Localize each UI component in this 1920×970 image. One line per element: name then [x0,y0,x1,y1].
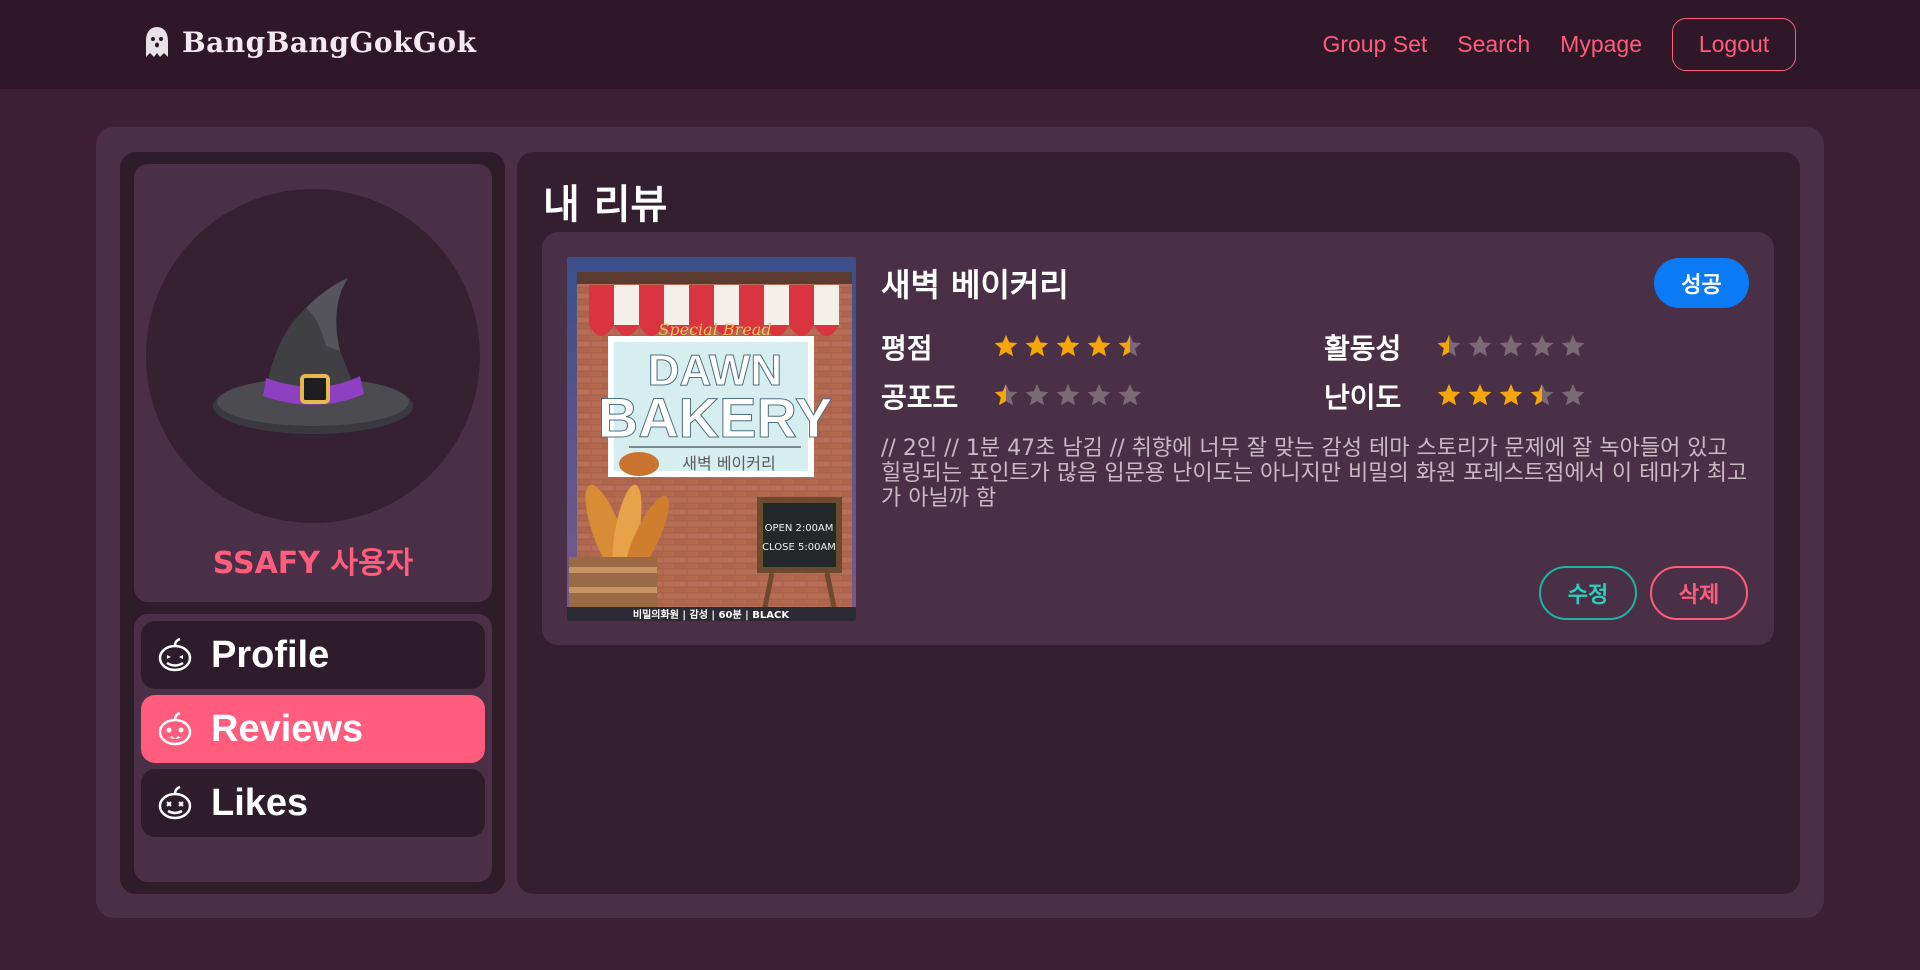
poster-footer: 비밀의화원 | 감성 | 60분 | BLACK [633,608,790,621]
nav-group-set[interactable]: Group Set [1322,31,1427,58]
star-icon [1437,334,1461,357]
poster-board-open: OPEN 2:00AM [765,523,834,534]
rating-stars-difficulty [1436,382,1586,408]
ghost-icon [146,27,168,57]
star-icon [994,334,1018,357]
rating-stars-score [993,333,1143,359]
star-icon [1056,383,1080,406]
brand-name: BangBangGokGok [182,25,477,59]
poster-sign-line2: BAKERY [598,386,832,449]
witch-hat-icon [213,278,413,434]
star-icon [1468,334,1492,357]
menu-item-likes[interactable]: Likes [141,769,485,837]
pumpkin-icon [158,637,192,672]
star-icon [1530,334,1554,357]
rating-label-activity: 활동성 [1324,332,1402,365]
top-navbar: BangBangGokGok Group Set Search Mypage L… [0,0,1920,89]
star-icon [1437,383,1461,406]
edit-button[interactable]: 수정 [1539,566,1637,620]
star-icon [994,383,1018,406]
star-icon [1499,334,1523,357]
star-icon [1561,334,1585,357]
menu-label: Profile [211,633,330,676]
star-icon [1056,334,1080,357]
rating-label-difficulty: 난이도 [1324,381,1402,414]
nav-search[interactable]: Search [1457,31,1530,58]
nav-mypage[interactable]: Mypage [1560,31,1642,58]
nav-links: Group Set Search Mypage Logout [1322,18,1796,71]
theme-poster[interactable]: Special Bread DAWN BAKERY 새벽 베이커리 OPEN 2… [567,257,856,621]
poster-board-close: CLOSE 5:00AM [762,542,836,553]
star-icon [1118,383,1142,406]
star-icon [1087,383,1111,406]
poster-sign-korean: 새벽 베이커리 [682,454,775,473]
menu-label: Reviews [211,707,364,750]
rating-stars-fear [993,382,1143,408]
star-icon [1118,334,1142,357]
rating-label-score: 평점 [881,332,933,365]
star-icon [1499,383,1523,406]
poster-image: Special Bread DAWN BAKERY 새벽 베이커리 OPEN 2… [567,257,856,621]
star-icon [1025,334,1049,357]
review-content: // 2인 // 1분 47초 남김 // 취향에 너무 잘 맞는 감성 테마 … [881,436,1748,511]
star-icon [1087,334,1111,357]
menu-item-profile[interactable]: Profile [141,621,485,689]
review-theme-title[interactable]: 새벽 베이커리 [881,260,1069,306]
star-icon [1561,383,1585,406]
page-title: 내 리뷰 [543,182,668,228]
pumpkin-icon [158,785,192,820]
star-icon [1025,383,1049,406]
star-icon [1530,383,1554,406]
delete-button[interactable]: 삭제 [1650,566,1748,620]
avatar [146,189,480,523]
status-badge: 성공 [1654,258,1749,308]
menu-item-reviews[interactable]: Reviews [141,695,485,763]
star-icon [1468,383,1492,406]
rating-stars-activity [1436,333,1586,359]
brand[interactable]: BangBangGokGok [144,25,476,59]
rating-label-fear: 공포도 [881,381,959,414]
logout-button[interactable]: Logout [1672,18,1796,71]
username: SSAFY 사용자 [212,546,414,581]
pumpkin-icon [158,711,192,746]
menu-label: Likes [211,781,309,824]
